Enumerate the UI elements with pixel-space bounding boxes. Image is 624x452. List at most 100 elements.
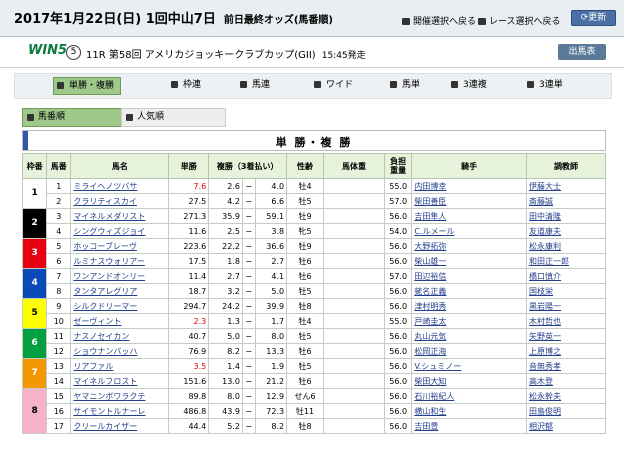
jockey-link[interactable]: 柴田大知: [411, 373, 528, 389]
horse-name-link[interactable]: ワンアンドオンリー: [70, 268, 170, 284]
trainer-link[interactable]: 田島俊明: [526, 403, 606, 419]
burden-weight: 56.0: [383, 253, 413, 269]
horse-name-link[interactable]: シングウィズジョイ: [70, 223, 170, 239]
bullet-icon: [527, 81, 534, 88]
table-row: 6 ルミナスウォリアー 17.5 1.8−2.7 牡6 56.0 柴山雄一 和田正一郎: [23, 253, 606, 269]
tab-wide[interactable]: ワイド: [311, 77, 353, 93]
horse-name-link[interactable]: リアファル: [70, 358, 170, 374]
horse-name-link[interactable]: サイモントルナーレ: [70, 403, 170, 419]
jockey-link[interactable]: 松岡正海: [411, 343, 528, 359]
sort-by-number-button[interactable]: 馬番順: [22, 108, 129, 127]
entries-button[interactable]: 出馬表: [558, 44, 606, 60]
bullet-icon: [27, 114, 34, 121]
tab-win-place[interactable]: 単勝・複勝: [53, 77, 122, 95]
horse-name-link[interactable]: ゼーヴィント: [70, 313, 170, 329]
trainer-link[interactable]: 伊藤大士: [526, 178, 606, 194]
horse-name-link[interactable]: ミライヘノツバサ: [70, 178, 170, 194]
waku-cell: 3: [21, 238, 48, 269]
table-row: 10 ゼーヴィント 2.3 1.3−1.7 牡4 55.0 戸崎圭太 木村哲也: [23, 313, 606, 329]
horse-name-link[interactable]: クリールカイザー: [70, 418, 170, 434]
back-to-meeting-link[interactable]: 開催選択へ戻る: [402, 14, 476, 27]
place-odds-dash: −: [241, 358, 256, 374]
jockey-link[interactable]: C.ルメール: [411, 223, 528, 239]
horse-name-link[interactable]: ホッコーブレーヴ: [70, 238, 170, 254]
jockey-link[interactable]: 柴山雄一: [411, 253, 528, 269]
horse-name-link[interactable]: ナスノセイカン: [70, 328, 170, 344]
jockey-link[interactable]: 田辺裕信: [411, 268, 528, 284]
trainer-link[interactable]: 友道康夫: [526, 223, 606, 239]
jockey-link[interactable]: 津村明秀: [411, 298, 528, 314]
trainer-link[interactable]: 和田正一郎: [526, 253, 606, 269]
place-odds-max: 1.9: [254, 358, 288, 374]
tab-bracket-quinella[interactable]: 枠連: [168, 77, 201, 93]
burden-weight: 57.0: [383, 268, 413, 284]
horse-name-link[interactable]: シルクドリーマー: [70, 298, 170, 314]
trainer-link[interactable]: 木村哲也: [526, 313, 606, 329]
tab-quinella[interactable]: 馬連: [237, 77, 270, 93]
burden-weight: 54.0: [383, 223, 413, 239]
race-date-title: 2017年1月22日(日) 1回中山7日: [14, 12, 216, 27]
win-odds: 11.4: [168, 268, 210, 284]
sex-age: 牡4: [286, 178, 324, 194]
horse-name-link[interactable]: クラリティスカイ: [70, 193, 170, 209]
col-jockey: 騎手: [411, 153, 528, 179]
place-odds-dash: −: [241, 283, 256, 299]
trainer-link[interactable]: 黒岩陽一: [526, 298, 606, 314]
jockey-link[interactable]: V.シュミノー: [411, 358, 528, 374]
horse-name-link[interactable]: ショウナンバッハ: [70, 343, 170, 359]
jockey-link[interactable]: 戸崎圭太: [411, 313, 528, 329]
race-name: 11R 第58回 アメリカジョッキークラブカップ(GII) 15:45発走: [86, 50, 366, 61]
trainer-link[interactable]: 矢野英一: [526, 328, 606, 344]
win-odds: 2.3: [168, 313, 210, 329]
trainer-link[interactable]: 上原博之: [526, 343, 606, 359]
horse-number: 12: [46, 343, 72, 359]
jockey-link[interactable]: 蛯名正義: [411, 283, 528, 299]
update-button[interactable]: ⟳更新: [571, 10, 616, 26]
trainer-link[interactable]: 松永幹夫: [526, 388, 606, 404]
jockey-link[interactable]: 大野拓弥: [411, 238, 528, 254]
place-odds-min: 13.0: [208, 373, 243, 389]
trainer-link[interactable]: 国枝栄: [526, 283, 606, 299]
trainer-link[interactable]: 松永康利: [526, 238, 606, 254]
table-row: 16 サイモントルナーレ 486.8 43.9−72.3 牡11 56.0 横山和生 田島俊明: [23, 403, 606, 419]
tab-trifecta[interactable]: 3連単: [524, 77, 563, 93]
table-row: 5 9 シルクドリーマー 294.7 24.2−39.9 牡8 56.0 津村明秀 黒岩陽一: [21, 298, 606, 329]
sort-by-popularity-button[interactable]: 人気順: [121, 108, 226, 127]
trainer-link[interactable]: 高木登: [526, 373, 606, 389]
jockey-link[interactable]: 横山和生: [411, 403, 528, 419]
trainer-link[interactable]: 橋口慎介: [526, 268, 606, 284]
burden-weight: 56.0: [383, 328, 413, 344]
jockey-link[interactable]: 柴田善臣: [411, 193, 528, 209]
jockey-link[interactable]: 吉田豊: [411, 418, 528, 434]
place-odds-max: 5.0: [254, 283, 288, 299]
jockey-link[interactable]: 丸山元気: [411, 328, 528, 344]
jockey-link[interactable]: 吉田隼人: [411, 208, 528, 224]
horse-name-link[interactable]: タンタアレグリア: [70, 283, 170, 299]
sex-age: 牡11: [286, 403, 324, 419]
tab-exacta[interactable]: 馬単: [387, 77, 420, 93]
jockey-link[interactable]: 石川裕紀人: [411, 388, 528, 404]
place-odds-max: 8.2: [254, 418, 288, 434]
horse-name-link[interactable]: マイネルメダリスト: [70, 208, 170, 224]
table-row: 6 11 ナスノセイカン 40.7 5.0−8.0 牡5 56.0 丸山元気 矢野英一: [21, 328, 606, 359]
tab-trio[interactable]: 3連複: [448, 77, 487, 93]
waku-cell: 1: [21, 178, 48, 209]
place-odds-dash: −: [241, 223, 256, 239]
trainer-link[interactable]: 相沢郁: [526, 418, 606, 434]
trainer-link[interactable]: 斎藤誠: [526, 193, 606, 209]
horse-name-link[interactable]: ルミナスウォリアー: [70, 253, 170, 269]
place-odds-dash: −: [241, 373, 256, 389]
win-odds: 294.7: [168, 298, 210, 314]
horse-name-link[interactable]: ヤマニンボワラクテ: [70, 388, 170, 404]
jockey-link[interactable]: 内田博幸: [411, 178, 528, 194]
place-odds-min: 5.0: [208, 328, 243, 344]
back-to-race-link[interactable]: レース選択へ戻る: [478, 14, 561, 27]
race-info-bar: 5 11R 第58回 アメリカジョッキークラブカップ(GII) 15:45発走 出…: [0, 37, 624, 68]
place-odds-min: 1.8: [208, 253, 243, 269]
win-odds: 89.8: [168, 388, 210, 404]
horse-weight: [322, 358, 385, 374]
trainer-link[interactable]: 田中清隆: [526, 208, 606, 224]
horse-name-link[interactable]: マイネルフロスト: [70, 373, 170, 389]
horse-weight: [322, 418, 385, 434]
trainer-link[interactable]: 音無秀孝: [526, 358, 606, 374]
